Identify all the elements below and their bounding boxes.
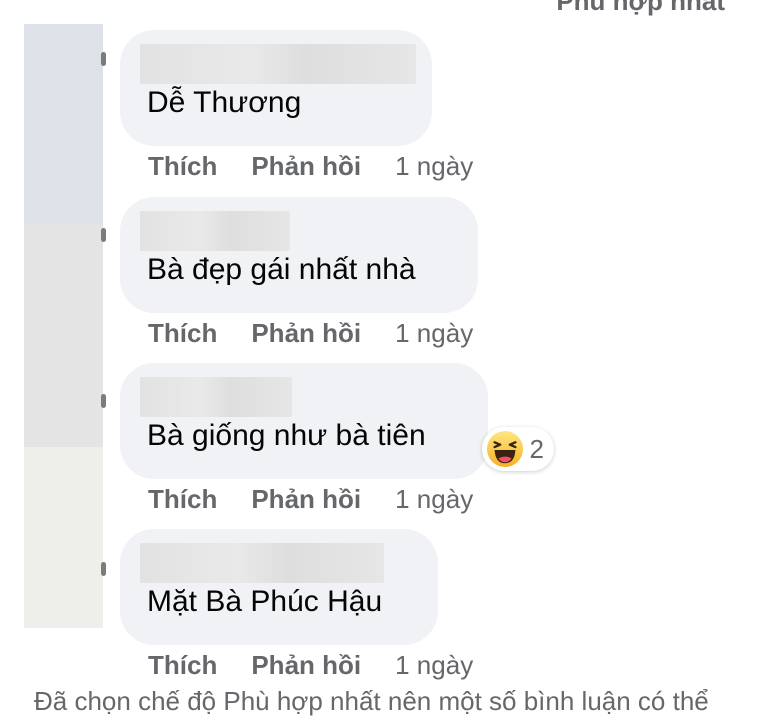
avatar-edge-mark [101,228,106,242]
like-button[interactable]: Thích [148,151,217,181]
reply-button[interactable]: Phản hồi [251,484,361,514]
comment-item: Mặt Bà Phúc Hậu Thích Phản hồi 1 ngày [120,529,473,680]
reaction-summary[interactable]: 2 [481,427,554,471]
comment-bubble: Dễ Thương [120,30,432,146]
sort-filter-label[interactable]: Phù hợp nhất [556,0,725,17]
comment-timestamp[interactable]: 1 ngày [395,650,473,680]
like-button[interactable]: Thích [148,650,217,680]
blurred-author-name[interactable] [140,377,292,417]
comment-item: Bà giống như bà tiên 2 Thích Phản hồi 1 ng… [120,363,554,514]
reply-button[interactable]: Phản hồi [251,650,361,680]
relevance-notice: Đã chọn chế độ Phù hợp nhất nên một số b… [34,686,709,716]
comment-bubble: Bà đẹp gái nhất nhà [120,197,478,313]
avatar-edge-mark [101,394,106,408]
comment-bubble: Mặt Bà Phúc Hậu [120,529,438,645]
blurred-author-name[interactable] [140,44,416,84]
reaction-count: 2 [529,433,544,464]
comment-text: Mặt Bà Phúc Hậu [147,585,383,618]
reply-button[interactable]: Phản hồi [251,151,361,181]
comment-actions: Thích Phản hồi 1 ngày [148,318,473,349]
comment-text: Bà đẹp gái nhất nhà [147,253,416,286]
comment-item: Bà đẹp gái nhất nhà Thích Phản hồi 1 ngày [120,197,478,348]
comment-bubble: Bà giống như bà tiên 2 [120,363,554,479]
comment-actions: Thích Phản hồi 1 ngày [148,650,473,681]
haha-emoji-icon [486,430,523,468]
comment-text: Dễ Thương [147,86,302,119]
like-button[interactable]: Thích [148,318,217,348]
avatar-edge-mark [101,562,106,576]
comment-text: Bà giống như bà tiên [147,419,426,452]
comment-timestamp[interactable]: 1 ngày [395,318,473,348]
blurred-author-name[interactable] [140,211,290,251]
like-button[interactable]: Thích [148,484,217,514]
comment-timestamp[interactable]: 1 ngày [395,151,473,181]
blurred-author-name[interactable] [140,543,384,583]
comment-actions: Thích Phản hồi 1 ngày [148,151,473,182]
comment-item: Dễ Thương Thích Phản hồi 1 ngày [120,30,473,181]
comment-actions: Thích Phản hồi 1 ngày [148,484,473,515]
avatar-edge-mark [101,52,106,66]
reply-button[interactable]: Phản hồi [251,318,361,348]
comment-timestamp[interactable]: 1 ngày [395,484,473,514]
blurred-avatar-column [24,24,103,628]
